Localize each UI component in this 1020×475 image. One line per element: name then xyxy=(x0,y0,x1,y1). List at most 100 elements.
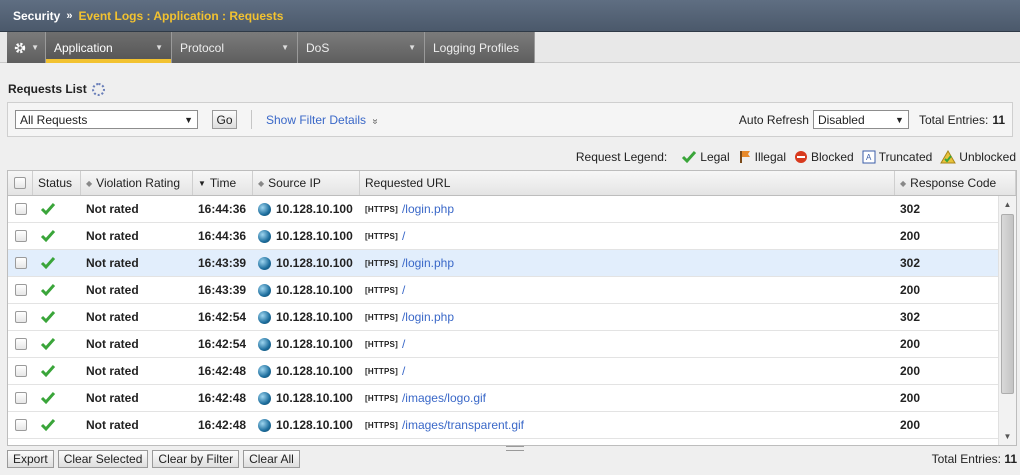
requested-url-link[interactable]: /images/transparent.gif xyxy=(402,418,524,432)
row-checkbox[interactable] xyxy=(14,392,27,404)
requests-table: Status ◆ Violation Rating ▼ Time ◆ Source I… xyxy=(7,170,1017,446)
source-ip-cell: 10.128.10.100 xyxy=(253,412,360,438)
row-select-cell xyxy=(8,304,33,330)
protocol-tag: [HTTPS] xyxy=(365,339,398,349)
requested-url-link[interactable]: / xyxy=(402,229,405,243)
requested-url-link[interactable]: /images/logo.gif xyxy=(402,391,486,405)
expand-chevron-icon: » xyxy=(369,118,381,124)
row-checkbox[interactable] xyxy=(14,419,27,431)
legend-label: Request Legend: xyxy=(575,150,668,164)
legend-unblocked-label: Unblocked xyxy=(959,150,1016,164)
show-filter-details-link[interactable]: Show Filter Details » xyxy=(266,113,381,127)
table-row[interactable]: Not rated 16:43:39 10.128.10.100 [HTTPS] /lo… xyxy=(8,250,998,277)
requested-url-cell: [HTTPS] /images/logo.gif xyxy=(360,385,895,411)
sort-icon: ◆ xyxy=(86,178,93,188)
table-row[interactable]: Not rated 16:42:54 10.128.10.100 [HTTPS] / 20… xyxy=(8,331,998,358)
requested-url-cell: [HTTPS] /login.php xyxy=(360,196,895,222)
requested-url-link[interactable]: /login.php xyxy=(402,256,454,270)
requested-url-link[interactable]: /login.php xyxy=(402,202,454,216)
sort-icon: ◆ xyxy=(258,178,265,188)
tab-application[interactable]: Application ▼ xyxy=(46,32,172,63)
settings-gear-icon[interactable] xyxy=(91,82,105,96)
violation-rating-cell: Not rated xyxy=(86,364,139,378)
source-ip-cell: 10.128.10.100 xyxy=(253,196,360,222)
export-button[interactable]: Export xyxy=(7,450,54,468)
total-entries-label: Total Entries: xyxy=(918,112,989,127)
scrollbar-thumb[interactable] xyxy=(1001,214,1014,394)
requested-url-link[interactable]: / xyxy=(402,364,405,378)
sort-descending-icon: ▼ xyxy=(198,178,206,188)
globe-icon xyxy=(258,256,271,270)
protocol-tag: [HTTPS] xyxy=(365,393,398,403)
row-checkbox[interactable] xyxy=(14,311,27,323)
table-header: Status ◆ Violation Rating ▼ Time ◆ Source I… xyxy=(8,171,1016,196)
globe-icon xyxy=(258,364,271,378)
column-header-time[interactable]: ▼ Time xyxy=(193,171,253,195)
row-checkbox[interactable] xyxy=(14,230,27,242)
request-filter-value: All Requests xyxy=(20,112,88,127)
scroll-up-icon[interactable]: ▲ xyxy=(999,196,1016,213)
requested-url-link[interactable]: /login.php xyxy=(402,310,454,324)
source-ip-cell: 10.128.10.100 xyxy=(253,331,360,357)
chevron-down-icon: ▼ xyxy=(281,43,289,52)
row-checkbox[interactable] xyxy=(14,257,27,269)
response-code-cell: 200 xyxy=(900,283,921,297)
source-ip-value: 10.128.10.100 xyxy=(276,418,353,432)
unblocked-icon xyxy=(940,150,957,164)
table-row[interactable]: Not rated 16:42:48 10.128.10.100 [HTTPS] /im… xyxy=(8,385,998,412)
status-cell xyxy=(33,196,81,222)
tab-gear-menu[interactable]: ▼ xyxy=(7,32,46,63)
breadcrumb-root[interactable]: Security xyxy=(13,9,60,23)
table-row[interactable]: Not rated 16:42:54 10.128.10.100 [HTTPS] /lo… xyxy=(8,304,998,331)
legend-legal-label: Legal xyxy=(700,150,730,164)
table-row[interactable]: Not rated 16:42:48 10.128.10.100 [HTTPS] /im… xyxy=(8,412,998,439)
source-ip-cell: 10.128.10.100 xyxy=(253,277,360,303)
clear-selected-button[interactable]: Clear Selected xyxy=(57,450,149,468)
breadcrumb-separator: » xyxy=(66,9,73,22)
blocked-icon xyxy=(795,151,807,163)
column-header-requested-url[interactable]: Requested URL xyxy=(360,171,895,195)
table-row[interactable]: Not rated 16:44:36 10.128.10.100 [HTTPS] /lo… xyxy=(8,196,998,223)
row-select-cell xyxy=(8,331,33,357)
response-code-cell: 200 xyxy=(900,229,921,243)
auto-refresh-select[interactable]: Disabled ▼ xyxy=(812,110,909,129)
row-select-cell xyxy=(8,250,33,276)
row-checkbox[interactable] xyxy=(14,203,27,215)
requested-url-link[interactable]: / xyxy=(402,283,405,297)
column-header-violation-rating[interactable]: ◆ Violation Rating xyxy=(81,171,193,195)
globe-icon xyxy=(258,391,271,405)
protocol-tag: [HTTPS] xyxy=(365,231,398,241)
legal-check-icon xyxy=(40,203,56,216)
response-code-cell: 200 xyxy=(900,337,921,351)
response-code-cell: 302 xyxy=(900,202,921,216)
clear-all-button[interactable]: Clear All xyxy=(243,450,300,468)
row-checkbox[interactable] xyxy=(14,338,27,350)
row-checkbox[interactable] xyxy=(14,284,27,296)
column-header-response-code[interactable]: ◆ Response Code xyxy=(895,171,1016,195)
requested-url-link[interactable]: / xyxy=(402,337,405,351)
tab-label: Application xyxy=(54,40,113,55)
column-header-source-ip[interactable]: ◆ Source IP xyxy=(253,171,360,195)
legal-check-icon xyxy=(682,151,697,164)
go-button[interactable]: Go xyxy=(212,110,237,129)
table-row[interactable]: Not rated 16:42:48 10.128.10.100 [HTTPS] / 20… xyxy=(8,358,998,385)
row-checkbox[interactable] xyxy=(14,365,27,377)
row-select-cell xyxy=(8,412,33,438)
vertical-scrollbar[interactable]: ▲ ▼ xyxy=(998,196,1016,445)
column-header-status[interactable]: Status xyxy=(33,171,81,195)
tab-logging-profiles[interactable]: Logging Profiles xyxy=(425,32,535,63)
table-row[interactable]: Not rated 16:44:36 10.128.10.100 [HTTPS] / 20… xyxy=(8,223,998,250)
clear-by-filter-button[interactable]: Clear by Filter xyxy=(152,450,240,468)
request-filter-select[interactable]: All Requests ▼ xyxy=(15,110,198,129)
select-all-checkbox[interactable] xyxy=(14,177,26,189)
scroll-down-icon[interactable]: ▼ xyxy=(999,428,1016,445)
table-row[interactable]: Not rated 16:43:39 10.128.10.100 [HTTPS] / 20… xyxy=(8,277,998,304)
source-ip-cell: 10.128.10.100 xyxy=(253,385,360,411)
tab-label: Protocol xyxy=(180,40,225,55)
row-select-cell xyxy=(8,196,33,222)
truncated-icon: A xyxy=(862,150,876,164)
tab-dos[interactable]: DoS ▼ xyxy=(298,32,425,63)
violation-rating-cell: Not rated xyxy=(86,283,139,297)
source-ip-value: 10.128.10.100 xyxy=(276,310,353,324)
tab-protocol[interactable]: Protocol ▼ xyxy=(172,32,298,63)
